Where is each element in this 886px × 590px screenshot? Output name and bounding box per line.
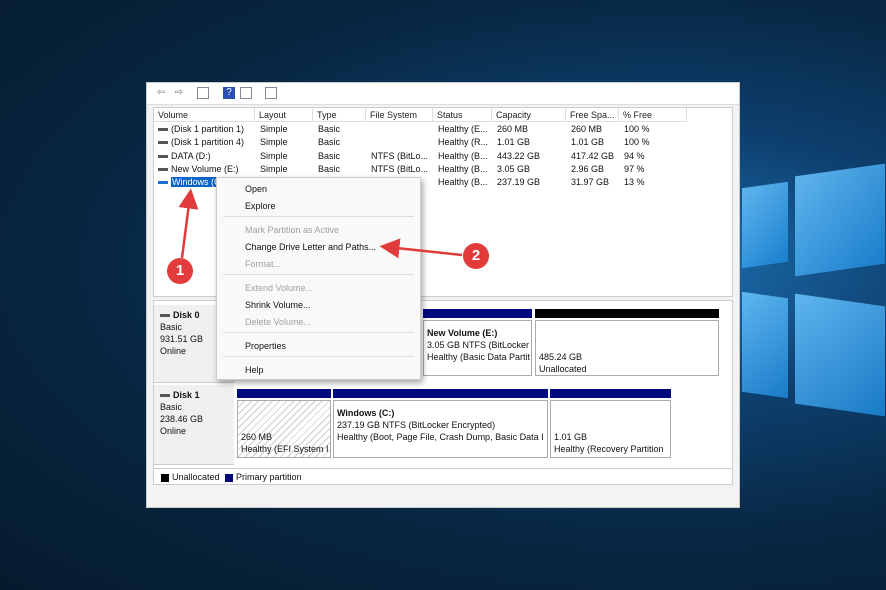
arrow-2 (379, 238, 463, 259)
arrow-1 (178, 188, 199, 259)
annotation-arrows (178, 188, 463, 259)
step-2-badge: 2 (463, 243, 489, 269)
step-1-badge: 1 (167, 258, 193, 284)
